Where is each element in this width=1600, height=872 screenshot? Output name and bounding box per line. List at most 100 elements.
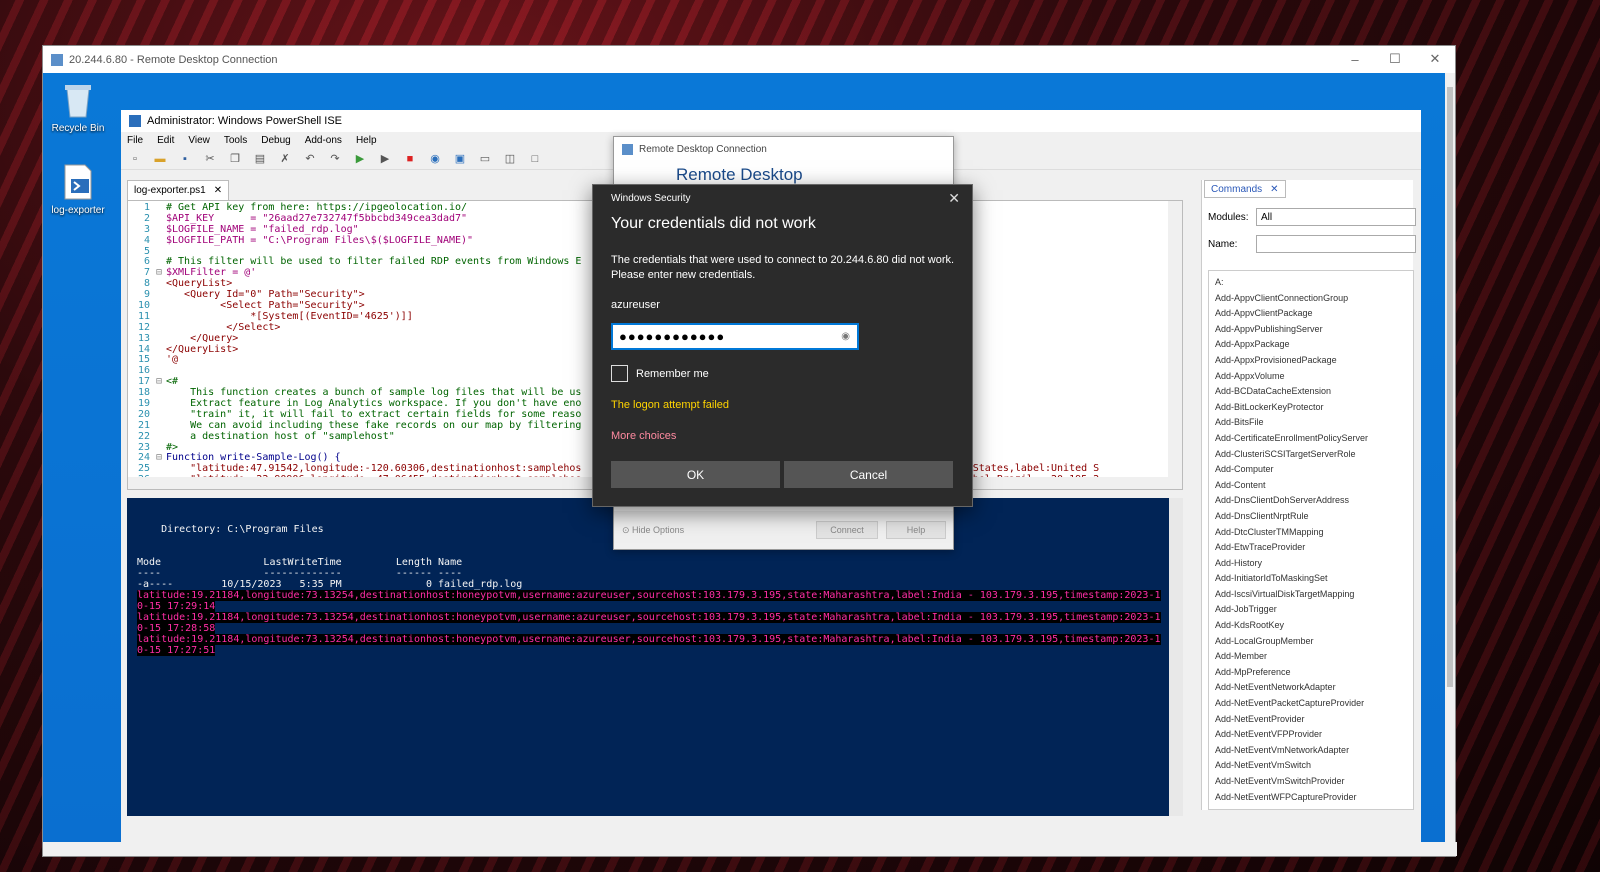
- fold-toggle-icon[interactable]: [156, 312, 166, 323]
- command-item[interactable]: Add-AppxVolume: [1215, 369, 1413, 385]
- reveal-password-icon[interactable]: ◉: [841, 331, 851, 342]
- rdp-titlebar[interactable]: 20.244.6.80 - Remote Desktop Connection: [43, 46, 1455, 73]
- menu-help[interactable]: Help: [356, 135, 377, 146]
- command-item[interactable]: Add-Computer: [1215, 462, 1413, 478]
- stop-icon[interactable]: ■: [402, 152, 418, 166]
- command-item[interactable]: Add-AppxPackage: [1215, 337, 1413, 353]
- more-choices-link[interactable]: More choices: [611, 430, 676, 442]
- rdp-horizontal-scrollbar[interactable]: [43, 842, 1457, 856]
- fold-toggle-icon[interactable]: [156, 345, 166, 356]
- ise-titlebar[interactable]: Administrator: Windows PowerShell ISE: [121, 110, 1421, 132]
- command-item[interactable]: Add-NetEventVmSwitch: [1215, 758, 1413, 774]
- console-scrollbar[interactable]: [1169, 498, 1183, 816]
- command-item[interactable]: Add-CertificateEnrollmentPolicyServer: [1215, 431, 1413, 447]
- help-button[interactable]: Help: [886, 521, 946, 539]
- command-item[interactable]: Add-MpPreference: [1215, 665, 1413, 681]
- command-item[interactable]: Add-KdsRootKey: [1215, 618, 1413, 634]
- fold-toggle-icon[interactable]: [156, 323, 166, 334]
- undo-icon[interactable]: ↶: [302, 152, 318, 166]
- command-item[interactable]: Add-AppvClientPackage: [1215, 306, 1413, 322]
- fold-toggle-icon[interactable]: [156, 214, 166, 225]
- command-item[interactable]: Add-NetEventVmSwitchProvider: [1215, 774, 1413, 790]
- remember-me-checkbox[interactable]: Remember me: [611, 365, 709, 382]
- dialog-close-button[interactable]: ✕: [948, 190, 960, 207]
- command-item[interactable]: Add-DnsClientDohServerAddress: [1215, 493, 1413, 509]
- fold-toggle-icon[interactable]: ⊟: [156, 453, 166, 464]
- new-file-icon[interactable]: ▫: [127, 152, 143, 166]
- command-item[interactable]: Add-NetEventPacketCaptureProvider: [1215, 696, 1413, 712]
- menu-file[interactable]: File: [127, 135, 143, 146]
- fold-toggle-icon[interactable]: [156, 301, 166, 312]
- menu-view[interactable]: View: [188, 135, 210, 146]
- fold-toggle-icon[interactable]: ⊟: [156, 267, 166, 279]
- command-item[interactable]: Add-DnsClientNrptRule: [1215, 509, 1413, 525]
- command-item[interactable]: Add-NetEventVmNetworkAdapter: [1215, 743, 1413, 759]
- name-input[interactable]: [1256, 235, 1416, 253]
- fold-toggle-icon[interactable]: ⊟: [156, 376, 166, 388]
- close-tab-icon[interactable]: ✕: [214, 185, 222, 196]
- ok-button[interactable]: OK: [611, 461, 780, 488]
- clear-icon[interactable]: ✗: [277, 152, 293, 166]
- command-item[interactable]: Add-AppvClientConnectionGroup: [1215, 291, 1413, 307]
- rdp-vertical-scrollbar[interactable]: [1445, 73, 1455, 843]
- tab-commands[interactable]: Commands ✕: [1204, 180, 1286, 198]
- copy-icon[interactable]: ❐: [227, 152, 243, 166]
- command-item[interactable]: Add-LocalGroupMember: [1215, 634, 1413, 650]
- command-item[interactable]: Add-NetEventVFPProvider: [1215, 727, 1413, 743]
- show-script-top-icon[interactable]: ▭: [477, 152, 493, 166]
- command-item[interactable]: Add-NetEventWFPCaptureProvider: [1215, 790, 1413, 806]
- save-icon[interactable]: ▪: [177, 152, 193, 166]
- fold-toggle-icon[interactable]: [156, 236, 166, 247]
- close-button[interactable]: ✕: [1415, 46, 1455, 72]
- modules-select[interactable]: All: [1256, 208, 1416, 226]
- run-selection-icon[interactable]: ▶: [377, 152, 393, 166]
- command-item[interactable]: Add-History: [1215, 556, 1413, 572]
- command-item[interactable]: Add-InitiatorIdToMaskingSet: [1215, 571, 1413, 587]
- command-item[interactable]: Add-IscsiVirtualDiskTargetMapping: [1215, 587, 1413, 603]
- fold-toggle-icon[interactable]: [156, 388, 166, 399]
- command-item[interactable]: Add-BitsFile: [1215, 415, 1413, 431]
- hide-options-link[interactable]: ⊙ Hide Options: [622, 525, 684, 536]
- fold-toggle-icon[interactable]: [156, 279, 166, 290]
- new-remote-tab-icon[interactable]: ◉: [427, 152, 443, 166]
- redo-icon[interactable]: ↷: [327, 152, 343, 166]
- fold-toggle-icon[interactable]: [156, 399, 166, 410]
- fold-toggle-icon[interactable]: [156, 410, 166, 421]
- command-item[interactable]: Add-NetEventProvider: [1215, 712, 1413, 728]
- tab-log-exporter[interactable]: log-exporter.ps1 ✕: [127, 180, 230, 200]
- fold-toggle-icon[interactable]: [156, 203, 166, 214]
- open-folder-icon[interactable]: ▬: [152, 152, 168, 166]
- cancel-button[interactable]: Cancel: [784, 461, 953, 488]
- command-item[interactable]: Add-NetEventNetworkAdapter: [1215, 680, 1413, 696]
- desktop-icon-log-exporter[interactable]: log-exporter: [43, 163, 113, 216]
- fold-toggle-icon[interactable]: [156, 247, 166, 258]
- command-item[interactable]: Add-EtwTraceProvider: [1215, 540, 1413, 556]
- editor-vertical-scrollbar[interactable]: [1168, 201, 1182, 489]
- fold-toggle-icon[interactable]: [156, 432, 166, 443]
- paste-icon[interactable]: ▤: [252, 152, 268, 166]
- fold-toggle-icon[interactable]: [156, 464, 166, 475]
- close-commands-icon[interactable]: ✕: [1270, 184, 1278, 195]
- fold-toggle-icon[interactable]: [156, 334, 166, 345]
- password-field[interactable]: ●●●●●●●●●●●● ◉: [611, 323, 859, 350]
- cut-icon[interactable]: ✂: [202, 152, 218, 166]
- command-item[interactable]: Add-DtcClusterTMMapping: [1215, 525, 1413, 541]
- command-item[interactable]: Add-ClusteriSCSITargetServerRole: [1215, 447, 1413, 463]
- show-script-right-icon[interactable]: ◫: [502, 152, 518, 166]
- command-item[interactable]: Add-JobTrigger: [1215, 602, 1413, 618]
- show-script-max-icon[interactable]: □: [527, 152, 543, 166]
- maximize-button[interactable]: ☐: [1375, 46, 1415, 72]
- minimize-button[interactable]: –: [1335, 46, 1375, 72]
- start-powershell-icon[interactable]: ▣: [452, 152, 468, 166]
- command-item[interactable]: Add-AppxProvisionedPackage: [1215, 353, 1413, 369]
- command-item[interactable]: Add-AppvPublishingServer: [1215, 322, 1413, 338]
- fold-toggle-icon[interactable]: [156, 225, 166, 236]
- rdc-titlebar[interactable]: Remote Desktop Connection: [614, 137, 953, 161]
- run-icon[interactable]: ▶: [352, 152, 368, 166]
- connect-button[interactable]: Connect: [816, 521, 878, 539]
- command-item[interactable]: Add-BitLockerKeyProtector: [1215, 400, 1413, 416]
- menu-debug[interactable]: Debug: [261, 135, 290, 146]
- command-item[interactable]: Add-BCDataCacheExtension: [1215, 384, 1413, 400]
- command-item[interactable]: Add-Content: [1215, 478, 1413, 494]
- desktop-icon-recycle-bin[interactable]: Recycle Bin: [43, 81, 113, 134]
